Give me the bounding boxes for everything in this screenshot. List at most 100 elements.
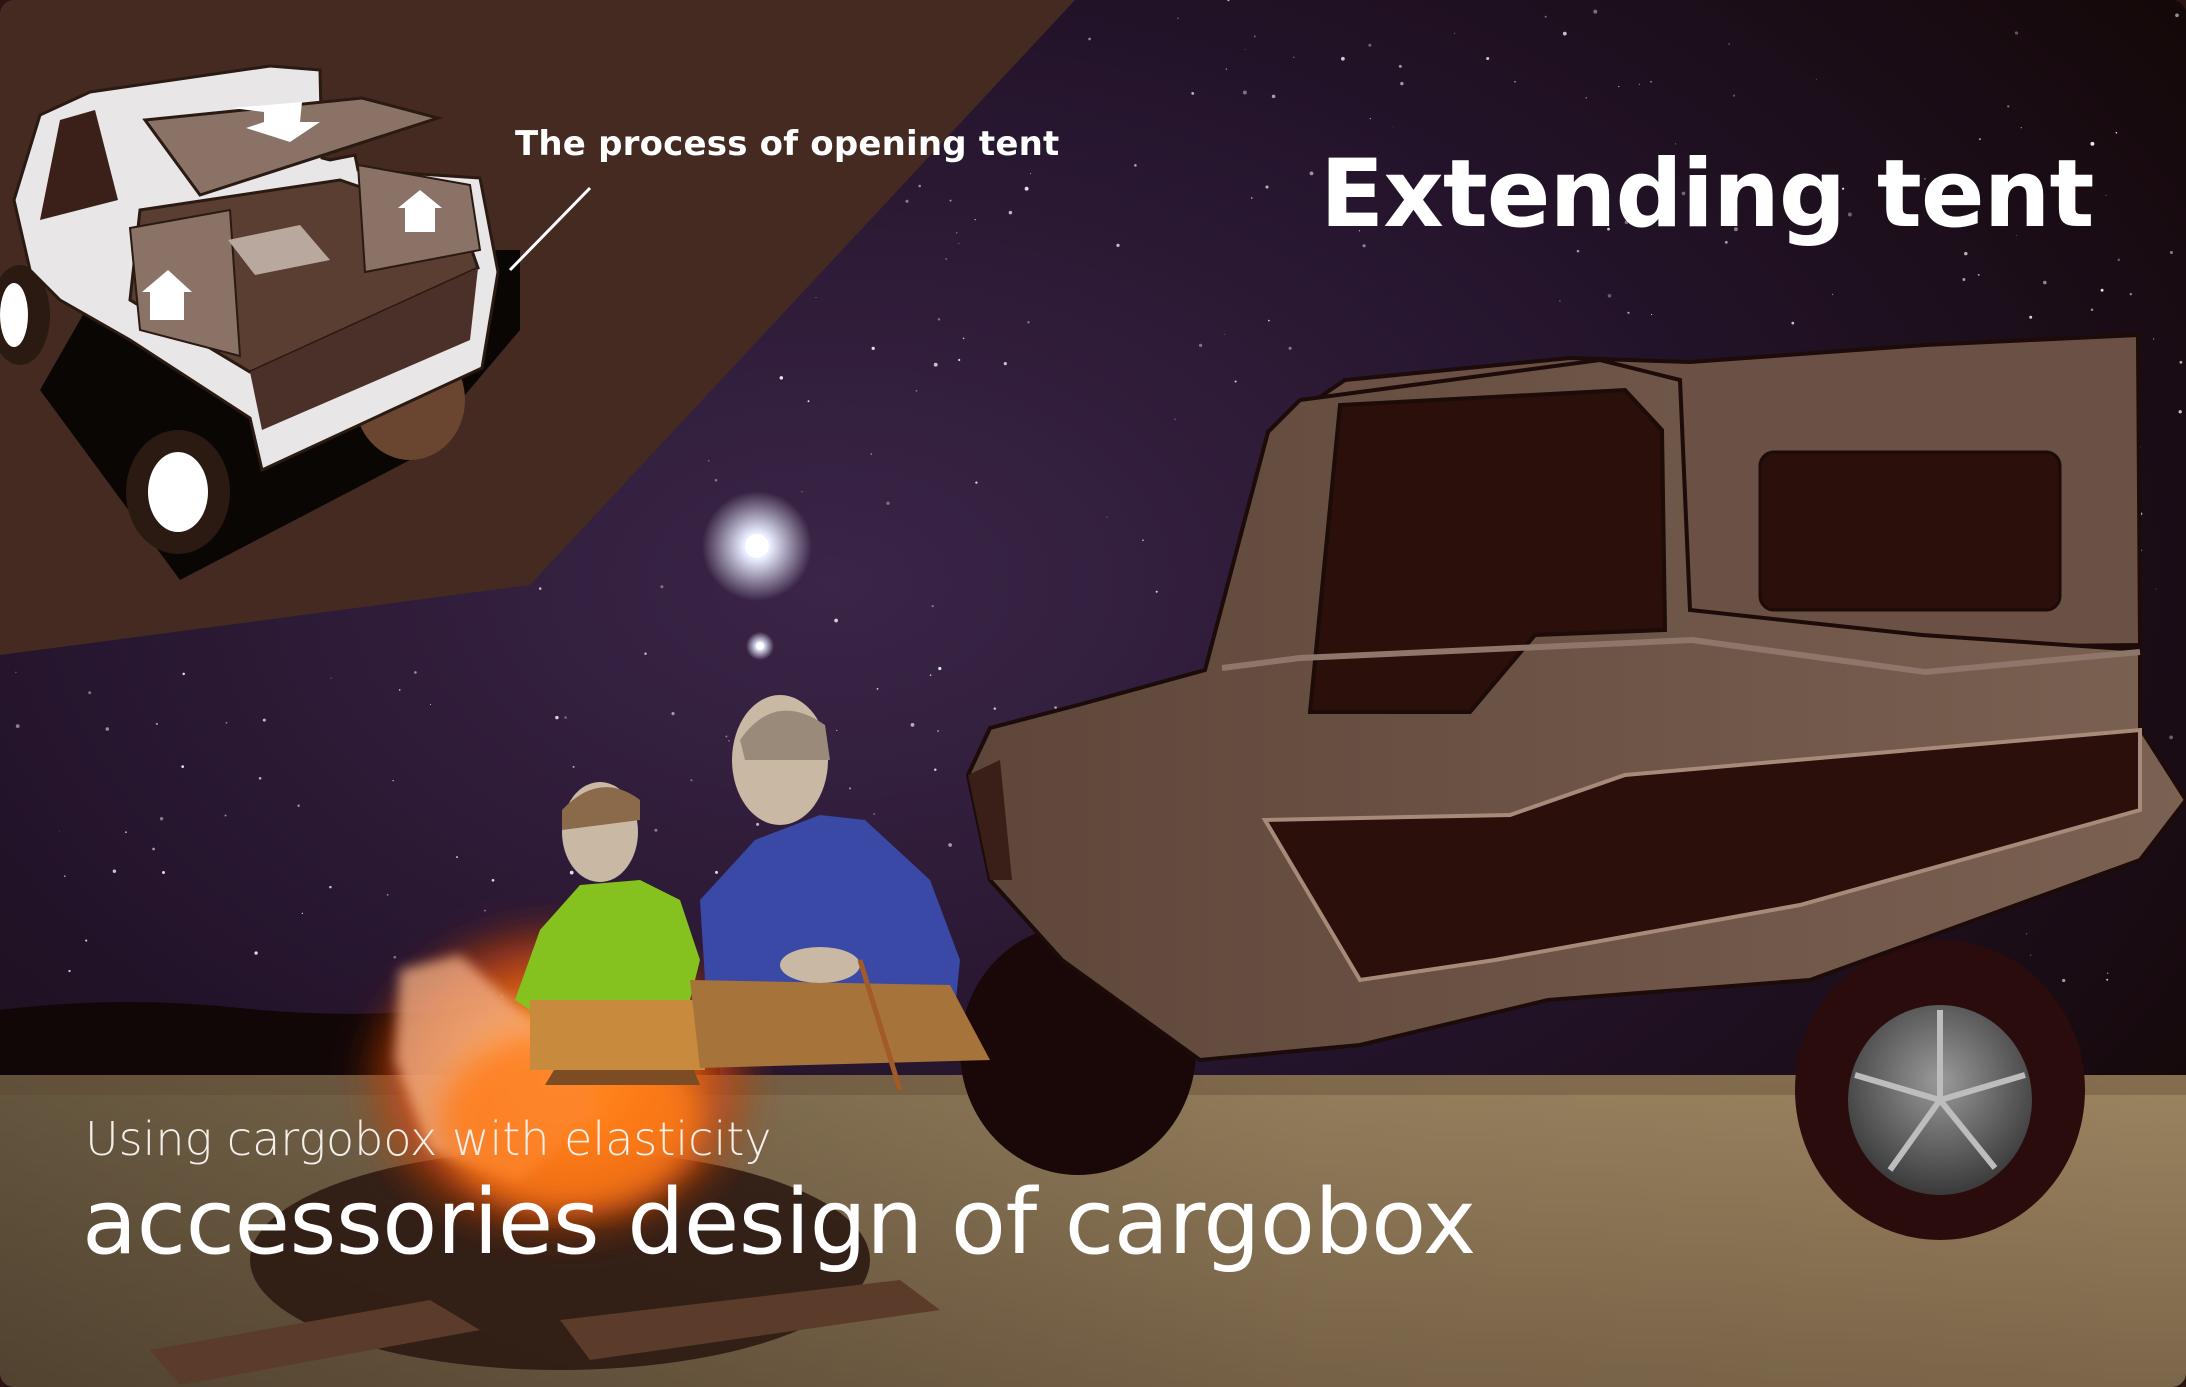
star [2106,978,2109,981]
star [564,716,567,719]
star [2042,280,2047,285]
star [258,777,262,780]
star [64,875,66,877]
star [1008,210,1013,215]
star [1585,97,1587,99]
star [690,779,693,782]
star [1253,35,1256,38]
star [1398,64,1402,68]
star [910,723,915,727]
star [1268,319,1270,322]
star [886,501,890,506]
star [162,871,165,874]
star [572,765,575,768]
star [728,740,730,742]
star [937,730,939,732]
star [1142,539,1144,542]
star [871,346,875,351]
star [660,585,664,589]
star [933,362,938,367]
star [491,878,495,882]
star [2175,13,2179,18]
star [182,672,185,676]
star [1198,343,1203,348]
star [1650,80,1652,83]
star [1030,173,1032,174]
star [1544,15,1547,18]
star [1244,48,1246,50]
headline: Extending tent [1320,140,2094,249]
star [1627,311,1630,314]
star [392,780,394,782]
star [2007,105,2010,108]
star [962,337,965,340]
star [224,814,227,817]
star [1271,94,1276,99]
star [1225,68,1228,70]
star [876,688,879,690]
star [1964,251,1968,256]
star [671,712,675,716]
star [1977,273,1980,276]
star [1288,346,1292,350]
star [937,318,941,321]
star [1576,249,1580,253]
star [707,460,710,462]
star [949,199,952,202]
star [1486,56,1490,61]
star [807,400,810,403]
star [1618,86,1620,88]
star [124,831,127,834]
star [2105,194,2107,196]
star [555,715,559,720]
star [1106,516,1108,518]
star [68,969,71,973]
star [2117,258,2121,262]
star [956,232,958,234]
star [155,722,159,726]
star [1369,117,1372,120]
star [262,718,266,722]
star [159,817,164,821]
star [644,652,647,655]
star [2152,338,2155,340]
star [1831,293,1834,296]
star [836,729,838,731]
star [1191,91,1195,95]
star [2030,954,2032,956]
star [386,894,389,896]
star [1962,278,1966,281]
star [1559,300,1561,302]
star [181,765,185,768]
star [1791,321,1795,325]
star [1732,94,1736,97]
star [870,453,873,455]
star [1134,164,1137,167]
star [1088,37,1091,41]
star [929,674,932,676]
star [1728,43,1730,45]
star [2155,588,2157,590]
star [483,909,487,912]
star [297,804,300,807]
star [398,689,401,691]
star [1638,83,1640,85]
star [1392,126,1394,128]
star [456,856,458,859]
illustration-scene: The process of opening tent Extending te… [0,0,2186,1387]
star [88,691,92,695]
star [714,478,718,482]
star [2169,735,2174,740]
star [1368,43,1372,47]
star [2178,410,2182,414]
star [714,870,719,874]
star [1562,31,1567,36]
star [393,955,397,959]
star [938,666,942,671]
star [975,481,978,484]
star [1003,362,1007,366]
star [2020,127,2022,129]
star [2029,315,2033,319]
star [958,358,961,362]
star [2169,250,2173,255]
